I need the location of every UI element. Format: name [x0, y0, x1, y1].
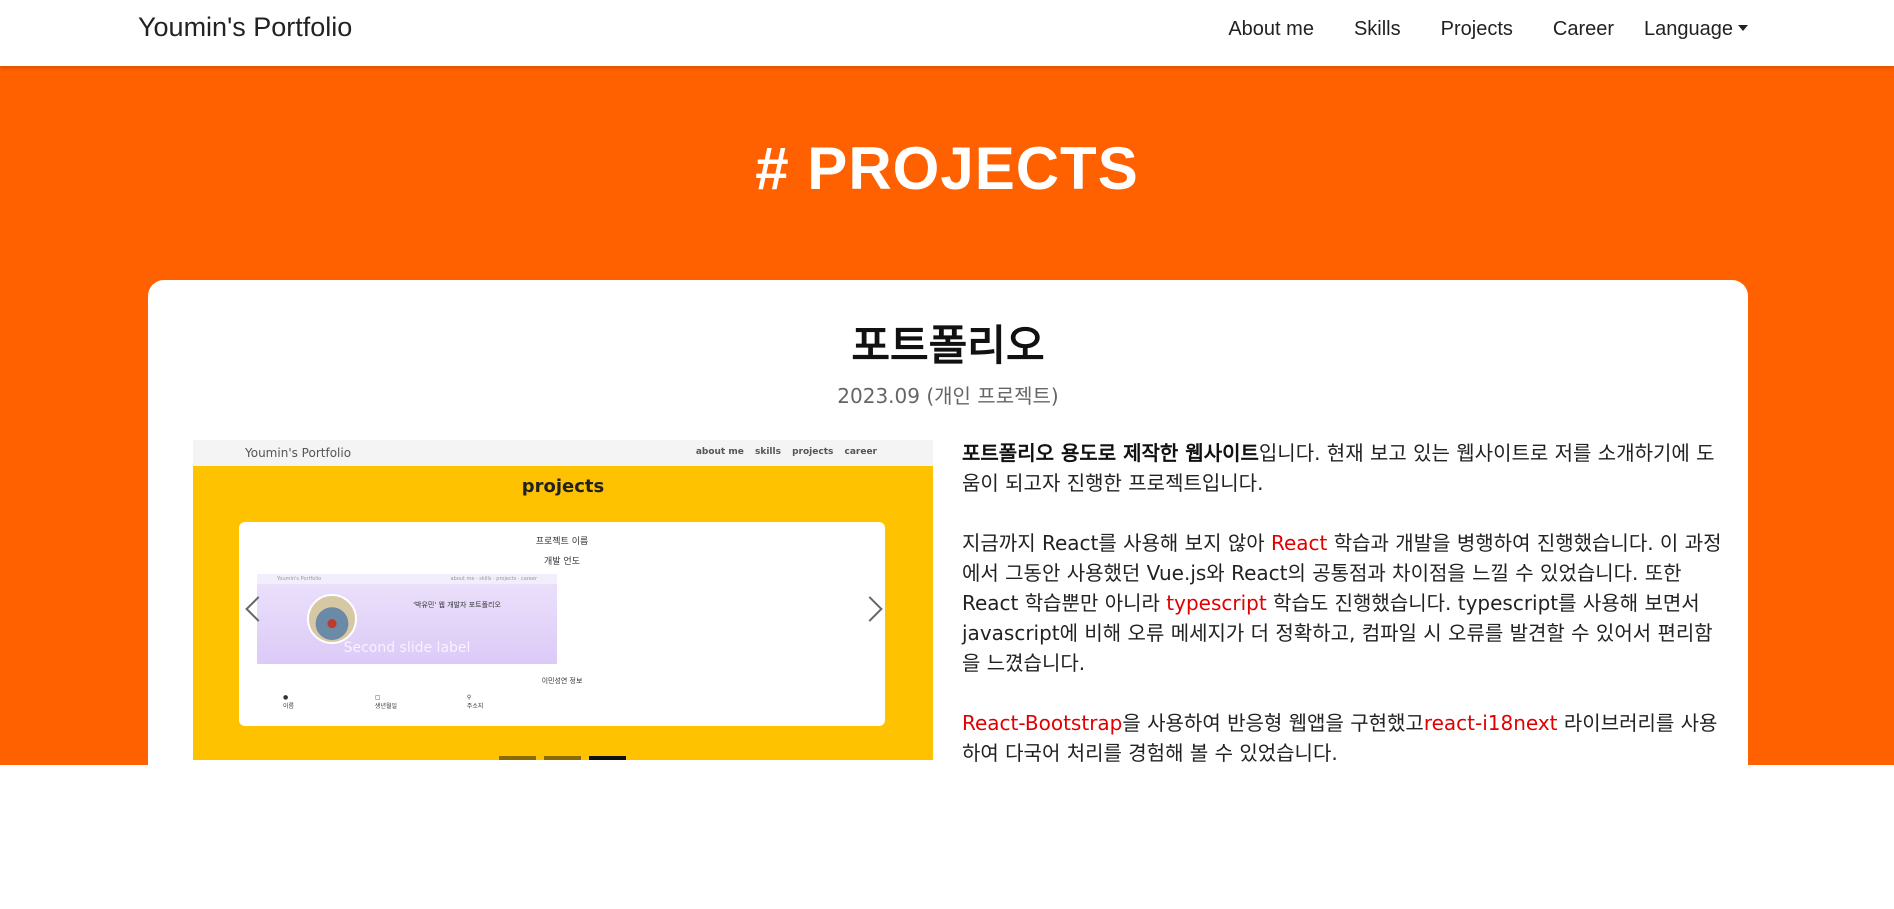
carousel-indicator-active[interactable]	[589, 756, 626, 760]
screenshot-brand: Youmin's Portfolio	[245, 446, 352, 460]
description-text: 지금까지 React를 사용해 보지 않아	[962, 531, 1271, 555]
screenshot-link: about me	[695, 447, 744, 457]
brand-logo[interactable]: Youmin's Portfolio	[138, 12, 352, 43]
inner-preview-brand: Youmin's Portfolio	[277, 576, 322, 582]
nav-link-career[interactable]: Career	[1553, 18, 1614, 41]
inner-preview-navbar: Youmin's Portfolio about me · skills · p…	[257, 574, 557, 584]
project-description: 포트폴리오 용도로 제작한 웹사이트입니다. 현재 보고 있는 웹사이트로 저를…	[962, 438, 1722, 765]
screenshot-link: skills	[755, 447, 781, 457]
screenshot-link: projects	[792, 447, 834, 457]
caret-down-icon	[1738, 25, 1748, 31]
description-paragraph: 포트폴리오 용도로 제작한 웹사이트입니다. 현재 보고 있는 웹사이트로 저를…	[962, 438, 1722, 498]
carousel-indicator[interactable]	[544, 756, 581, 760]
screenshot-link: career	[844, 447, 878, 457]
screenshot-card-purpose: 개발 언도	[544, 557, 580, 567]
screenshot-sub-heading: 이민성연 정보	[541, 677, 583, 685]
screenshot-navbar: Youmin's Portfolio about me skills proje…	[193, 440, 933, 466]
nav-link-skills[interactable]: Skills	[1354, 18, 1401, 41]
highlight-react-i18next: react-i18next	[1423, 711, 1558, 735]
projects-section: # PROJECTS 포트폴리오 2023.09 (개인 프로젝트) Youmi…	[0, 66, 1894, 765]
screenshot-links: about me skills projects career	[688, 447, 877, 457]
screenshot-info-icons: ● 이름 ▢ 생년월일 ⚲ 주소지	[283, 694, 557, 710]
carousel-indicators	[499, 756, 634, 760]
info-label: 생년월일	[374, 703, 398, 710]
project-screenshot-carousel: Youmin's Portfolio about me skills proje…	[193, 440, 933, 760]
calendar-icon: ▢ 생년월일	[375, 694, 465, 710]
screenshot-heading: projects	[521, 476, 605, 497]
nav-link-about-me[interactable]: About me	[1228, 18, 1314, 41]
avatar	[307, 594, 357, 644]
inner-preview-links: about me · skills · projects · career	[450, 576, 537, 582]
screenshot-card-title: 프로젝트 이름	[535, 537, 589, 547]
nav-link-projects[interactable]: Projects	[1441, 18, 1513, 41]
navbar: Youmin's Portfolio About me Skills Proje…	[0, 0, 1894, 66]
highlight-react-bootstrap: React-Bootstrap	[962, 711, 1123, 735]
location-icon: ⚲ 주소지	[467, 694, 557, 710]
language-dropdown[interactable]: Language	[1644, 18, 1748, 41]
description-bold: 포트폴리오 용도로 제작한 웹사이트	[962, 441, 1259, 465]
project-title: 포트폴리오	[851, 321, 1045, 370]
description-paragraph: React-Bootstrap을 사용하여 반응형 웹앱을 구현했고react-…	[962, 708, 1722, 765]
carousel-indicator[interactable]	[499, 756, 536, 760]
description-paragraph: 지금까지 React를 사용해 보지 않아 React 학습과 개발을 병행하여…	[962, 528, 1722, 678]
description-text: 을 사용하여 반응형 웹앱을 구현했고	[1122, 711, 1424, 735]
info-label: 주소지	[466, 703, 484, 710]
screenshot-inner-preview: Youmin's Portfolio about me · skills · p…	[257, 574, 557, 664]
project-date: 2023.09 (개인 프로젝트)	[837, 384, 1059, 408]
highlight-react: React	[1270, 531, 1328, 555]
section-title: # PROJECTS	[755, 135, 1139, 202]
screenshot-card: 프로젝트 이름 개발 언도 Youmin's Portfolio about m…	[239, 522, 885, 726]
info-label: 이름	[283, 703, 295, 710]
slide-label: Second slide label	[343, 640, 471, 656]
language-dropdown-label: Language	[1644, 18, 1733, 40]
inner-preview-intro: '박유민' 웹 개발자 포트폴리오	[413, 601, 501, 609]
highlight-typescript: typescript	[1166, 591, 1267, 615]
project-card: 포트폴리오 2023.09 (개인 프로젝트) Youmin's Portfol…	[148, 280, 1748, 765]
person-icon: ● 이름	[283, 694, 373, 710]
nav-links: About me Skills Projects Career Language	[1188, 18, 1748, 41]
